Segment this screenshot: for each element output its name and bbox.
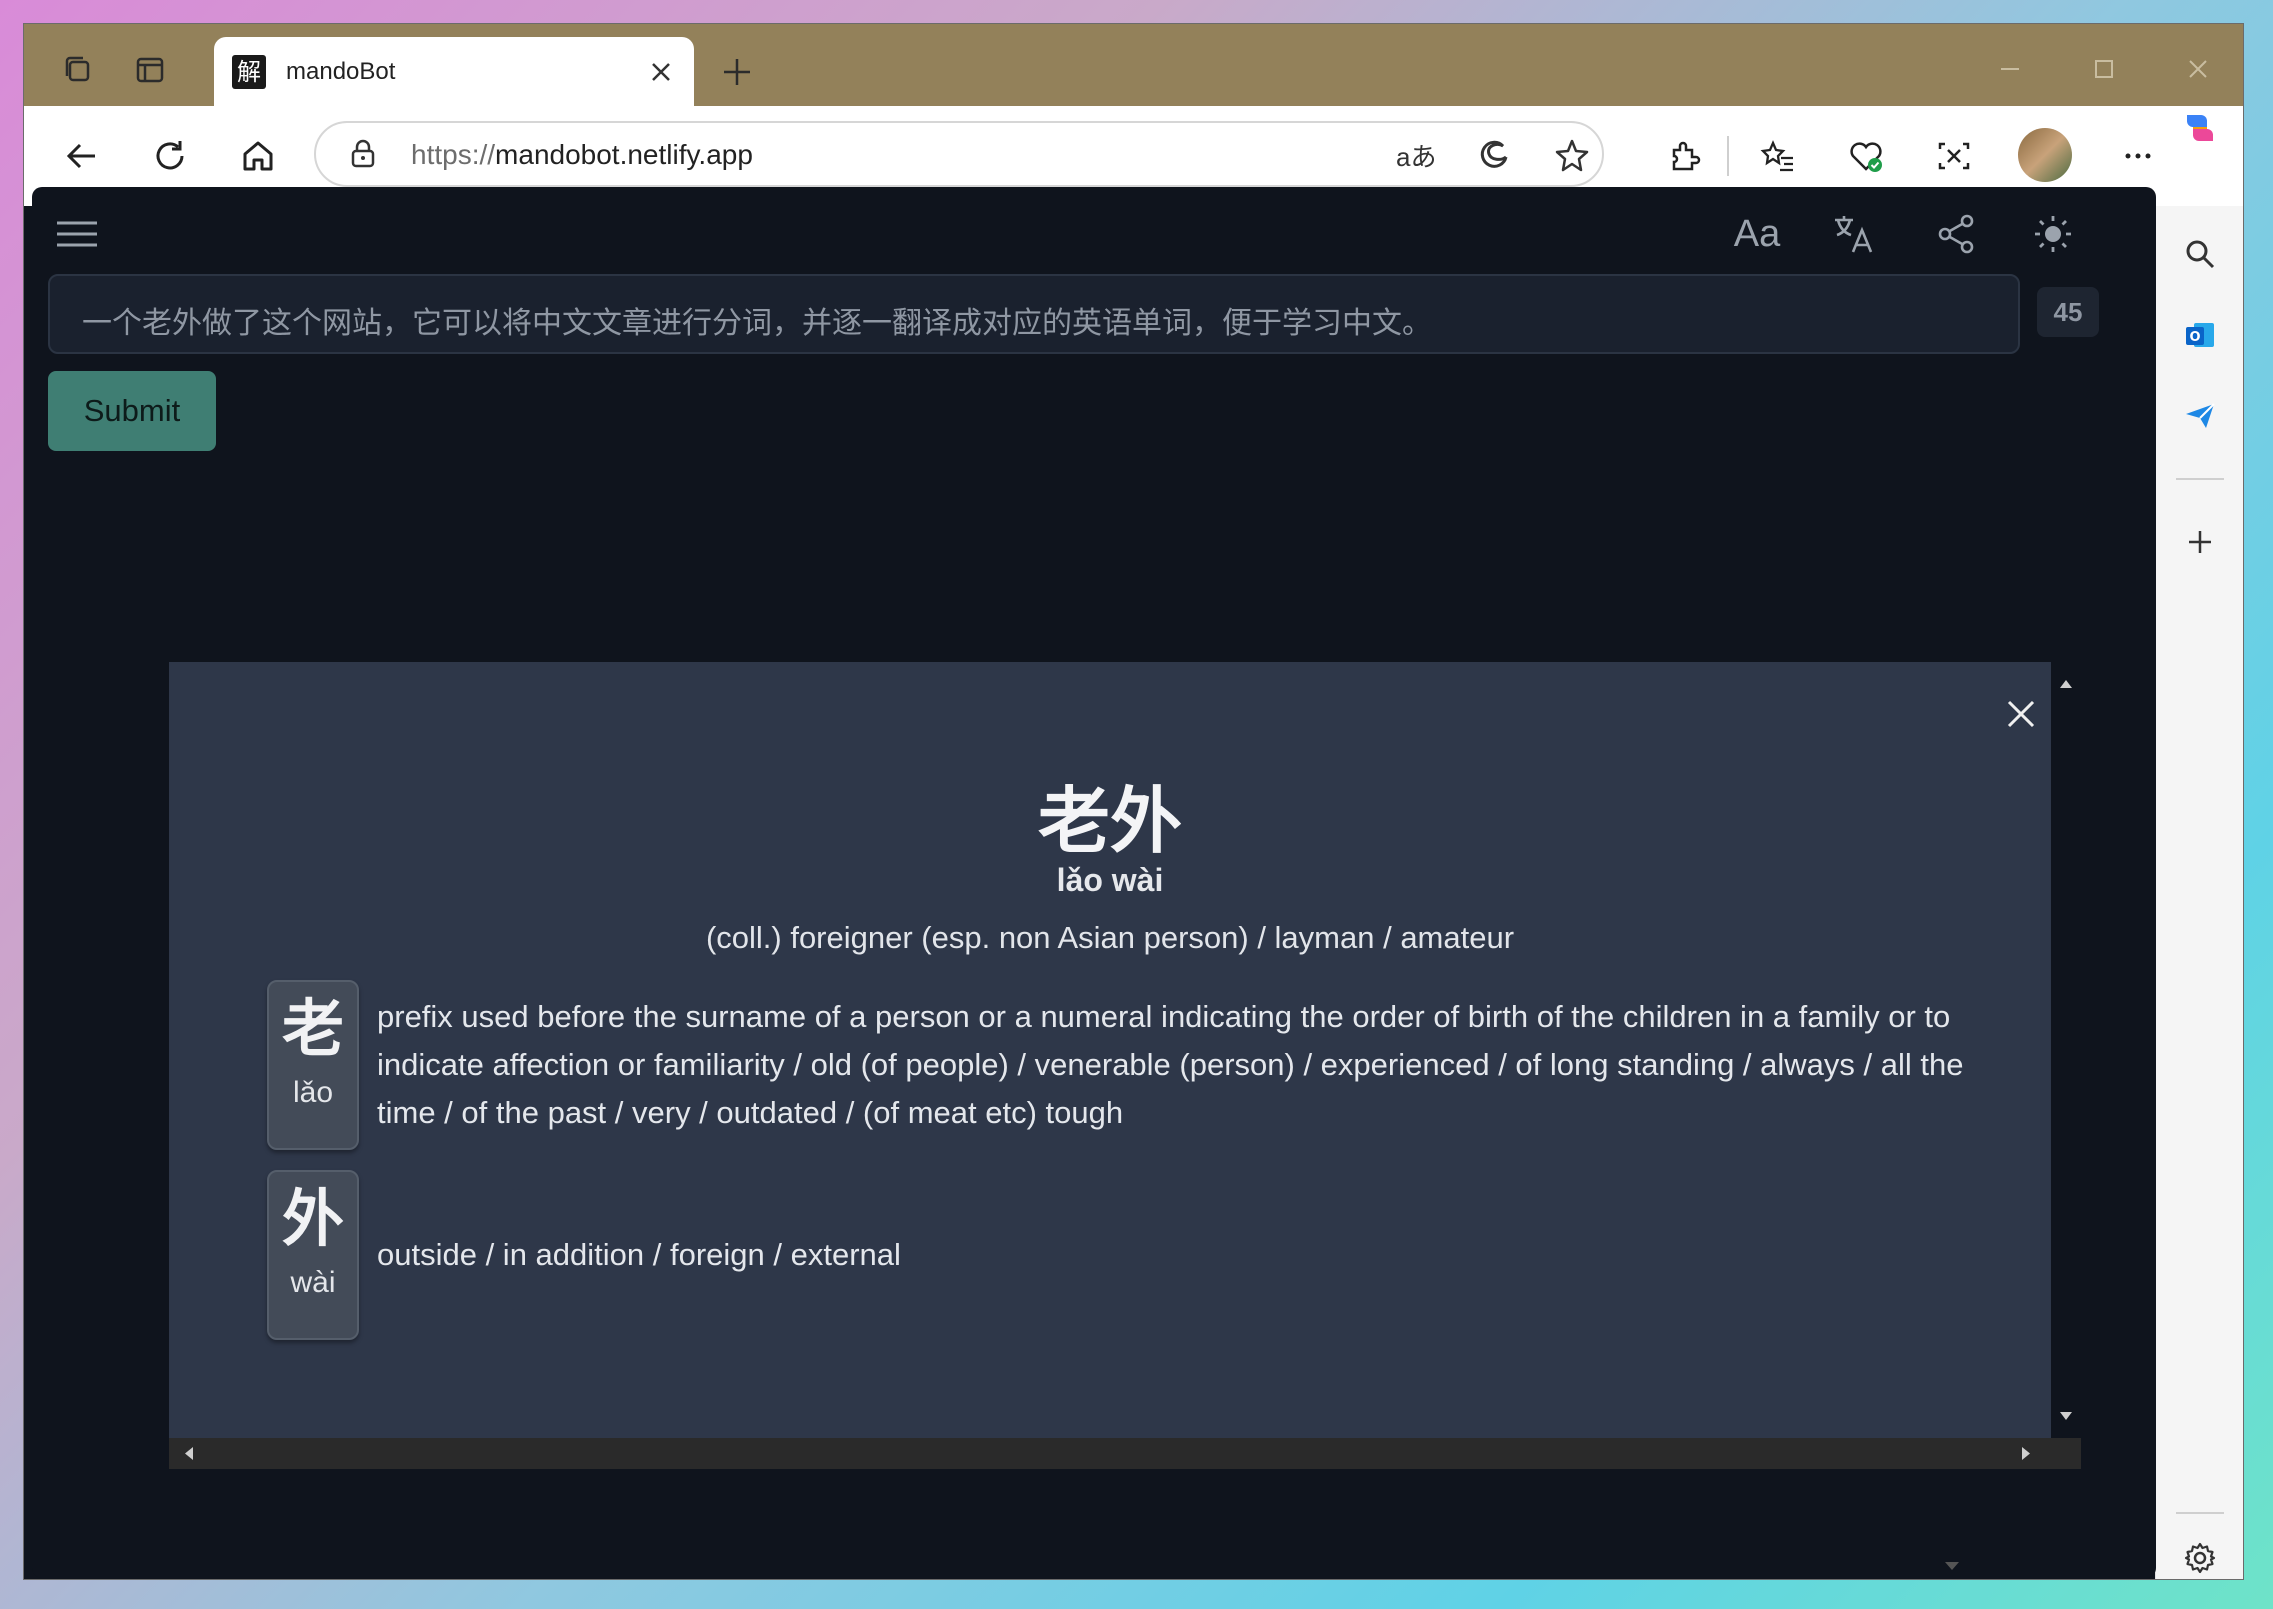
sidebar-divider [2176,478,2224,480]
font-size-icon[interactable]: Aa [1732,209,1782,259]
workspaces-icon[interactable] [58,50,98,90]
word-pinyin: lǎo wài [1056,862,1164,898]
char-card-lao[interactable]: 老 lǎo [267,980,359,1150]
modal-horizontal-scrollbar[interactable] [169,1438,2081,1469]
close-window-icon[interactable] [2178,54,2218,84]
more-menu-icon[interactable] [2114,132,2162,180]
close-modal-icon[interactable] [2001,694,2041,734]
chinese-text-value[interactable]: 一个老外做了这个网站，它可以将中文文章进行分词，并逐一翻译成对应的英语单词，便于… [82,298,1432,342]
edge-icon[interactable] [1476,137,1512,178]
char-definition: outside / in addition / foreign / extern… [377,1237,901,1272]
theme-toggle-icon[interactable] [2028,209,2078,259]
tab-title: mandoBot [286,57,396,85]
translate-icon[interactable] [1828,209,1878,259]
toolbar-divider [1727,136,1729,176]
sidebar-divider-bottom [2176,1512,2224,1514]
share-icon[interactable] [1931,209,1981,259]
edge-sidebar: O [2155,115,2243,1579]
browser-essentials-icon[interactable] [1842,132,1890,180]
maximize-icon[interactable] [2084,54,2124,84]
minimize-icon[interactable] [1990,54,2030,84]
search-icon[interactable] [2176,230,2224,278]
page-scroll-down-arrow[interactable] [1943,1559,1961,1577]
browser-window: 解 mandoBot https://mandobot.netlify.app … [23,23,2244,1580]
char-hanzi: 外 [281,1182,344,1255]
tab-actions-icon[interactable] [130,50,170,90]
profile-avatar[interactable] [2018,128,2072,182]
address-bar[interactable]: https://mandobot.netlify.app aあ [314,121,1604,187]
character-count-badge: 45 [2037,287,2099,337]
screenshot-icon[interactable] [1930,132,1978,180]
favorites-icon[interactable] [1754,132,1802,180]
copilot-icon[interactable] [2176,104,2224,152]
word-definition-modal: 老外 lǎo wài (coll.) foreigner (esp. non A… [169,662,2081,1469]
read-aloud-icon[interactable]: aあ [1396,137,1436,174]
new-tab-icon[interactable] [719,54,755,90]
tab-mandobot[interactable]: 解 mandoBot [214,37,694,106]
svg-text:O: O [2189,330,2200,345]
tab-strip: 解 mandoBot [24,24,2243,106]
chinese-text-input[interactable]: 一个老外做了这个网站，它可以将中文文章进行分词，并逐一翻译成对应的英语单词，便于… [48,274,2020,354]
char-pinyin: lǎo [292,1076,334,1109]
char-card-wai[interactable]: 外 wài [267,1170,359,1340]
close-tab-icon[interactable] [648,59,674,85]
extensions-icon[interactable] [1660,132,1708,180]
modal-vertical-scrollbar[interactable] [2051,662,2081,1438]
char-pinyin: wài [290,1266,336,1299]
refresh-icon[interactable] [146,132,194,180]
settings-gear-icon[interactable] [2176,1534,2224,1579]
word-definition: (coll.) foreigner (esp. non Asian person… [705,920,1515,955]
char-hanzi: 老 [281,992,344,1065]
favorite-star-icon[interactable] [1554,137,1590,178]
submit-button[interactable]: Submit [48,371,216,451]
mandobot-page: Aa 一个老外做了这个网站，它可以将中文文章进行分词，并逐一翻译成对应的英语单词… [32,187,2156,1578]
add-sidebar-app-icon[interactable] [2176,518,2224,566]
url-text[interactable]: https://mandobot.netlify.app [411,139,753,171]
outlook-icon[interactable]: O [2176,311,2224,359]
home-icon[interactable] [234,132,282,180]
back-icon[interactable] [58,132,106,180]
app-header: Aa [32,187,2156,277]
hamburger-menu-icon[interactable] [52,209,102,259]
char-definition: prefix used before the surname of a pers… [377,999,1964,1130]
send-icon[interactable] [2176,392,2224,440]
site-favicon: 解 [232,54,266,89]
word-hanzi: 老外 [1037,779,1182,863]
lock-icon[interactable] [346,137,380,176]
